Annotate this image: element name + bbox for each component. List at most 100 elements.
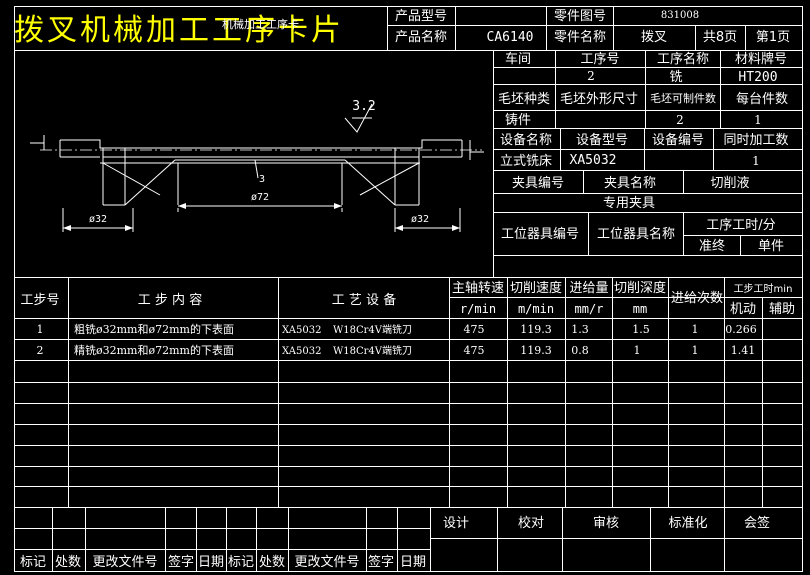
product-name-label: 产品名称 xyxy=(395,29,447,45)
simultaneous-value: 1 xyxy=(752,154,760,168)
table-row: 2 精铣ø32mm和ø72mm的下表面 XA5032 W18Cr4V端铣刀 47… xyxy=(37,343,756,357)
process-name-value: 铣 xyxy=(669,70,682,85)
col-cutting-speed: 切削速度 xyxy=(510,280,562,296)
station-tool-name-label: 工位器具名称 xyxy=(597,226,675,242)
workshop-label: 车间 xyxy=(505,51,531,67)
step-speed: 475 xyxy=(464,344,485,357)
unit-depth: mm xyxy=(633,302,647,316)
step-passes: 1 xyxy=(692,323,699,336)
card-title-small: 机械加工工序卡 xyxy=(222,17,299,31)
blank-type-label: 毛坯种类 xyxy=(498,92,550,107)
step-cut-speed: 119.3 xyxy=(520,344,552,357)
blank-type-value: 铸件 xyxy=(505,112,531,128)
coolant-label: 切削液 xyxy=(710,176,749,191)
step-feed: 1.3 xyxy=(571,323,589,336)
col-passes: 进给次数 xyxy=(671,290,723,306)
signoff-design: 设计 xyxy=(443,516,469,531)
equipment-model-label: 设备型号 xyxy=(576,132,628,148)
revision-count-2: 处数 xyxy=(259,555,285,570)
equipment-name-value: 立式铣床 xyxy=(500,154,552,169)
dim-right: ø32 xyxy=(411,214,429,225)
unit-cut: m/min xyxy=(518,302,554,316)
process-name-label: 工序名称 xyxy=(657,51,709,67)
unit-speed: r/min xyxy=(460,302,496,316)
step-tool: W18Cr4V端铣刀 xyxy=(333,323,412,336)
blank-parts-value: 2 xyxy=(676,113,684,127)
total-pages: 共8页 xyxy=(703,30,737,45)
step-content: 精铣ø32mm和ø72mm的下表面 xyxy=(74,343,234,357)
process-no-label: 工序号 xyxy=(580,52,619,67)
col-step-content: 工 步 内 容 xyxy=(138,292,202,308)
product-model-label: 产品型号 xyxy=(395,9,447,24)
col-feed: 进给量 xyxy=(569,281,608,296)
process-card-sheet: 拨叉机械加工工序卡片 机械加工工序卡 产品型号 产品名称 CA6140 零件图号… xyxy=(14,6,803,572)
fixture-name-label: 夹具名称 xyxy=(604,175,656,191)
blank-size-label: 毛坯外形尺寸 xyxy=(560,92,638,107)
step-machine: XA5032 xyxy=(282,346,321,357)
unit-feed: mm/r xyxy=(575,302,604,316)
step-content: 粗铣ø32mm和ø72mm的下表面 xyxy=(74,322,234,336)
step-depth: 1.5 xyxy=(632,323,650,336)
col-step-time: 工步工时min xyxy=(734,283,793,295)
step-machine-time: 1.41 xyxy=(731,344,756,357)
step-cut-speed: 119.3 xyxy=(520,323,552,336)
step-tool: W18Cr4V端铣刀 xyxy=(333,344,412,357)
part-name-label: 零件名称 xyxy=(554,29,606,45)
simultaneous-label: 同时加工数 xyxy=(723,133,788,148)
revision-sign-2: 签字 xyxy=(368,554,394,570)
product-name-value: CA6140 xyxy=(487,30,534,45)
col-equipment: 工 艺 设 备 xyxy=(332,292,396,308)
dim-left: ø32 xyxy=(89,214,107,225)
material-value: HT200 xyxy=(738,70,777,85)
col-machine-time: 机动 xyxy=(730,302,756,317)
equipment-no-label: 设备编号 xyxy=(652,132,704,148)
step-passes: 1 xyxy=(692,344,699,357)
step-no: 1 xyxy=(37,323,44,336)
table-grid xyxy=(14,6,803,572)
col-depth: 切削深度 xyxy=(614,280,666,296)
page-number: 第1页 xyxy=(756,30,790,45)
signoff-review: 审核 xyxy=(593,516,619,531)
revision-sign: 签字 xyxy=(168,554,194,570)
process-no-value: 2 xyxy=(587,69,595,83)
table-row: 1 粗铣ø32mm和ø72mm的下表面 XA5032 W18Cr4V端铣刀 47… xyxy=(37,322,757,336)
dimension-arrows xyxy=(63,203,460,231)
signoff-standardize: 标准化 xyxy=(668,516,707,531)
part-drawing-no-label: 零件图号 xyxy=(554,9,606,24)
col-aux-time: 辅助 xyxy=(769,302,795,317)
step-speed: 475 xyxy=(464,323,485,336)
prep-end-label: 准终 xyxy=(699,238,725,254)
blank-parts-label: 毛坯可制件数 xyxy=(650,92,716,105)
roughness-value: 3.2 xyxy=(352,99,375,114)
revision-count: 处数 xyxy=(55,555,81,570)
revision-date-2: 日期 xyxy=(400,555,426,570)
revision-doc-no: 更改文件号 xyxy=(92,555,157,570)
step-no: 2 xyxy=(37,344,44,357)
fixture-no-label: 夹具编号 xyxy=(512,176,564,191)
process-time-label: 工序工时/分 xyxy=(706,218,775,233)
revision-date: 日期 xyxy=(198,555,224,570)
parts-per-machine-value: 1 xyxy=(754,113,762,127)
material-label: 材料牌号 xyxy=(735,51,787,67)
step-machine: XA5032 xyxy=(282,325,321,336)
step-feed: 0.8 xyxy=(571,344,589,357)
equipment-model-value: XA5032 xyxy=(570,153,617,168)
revision-mark: 标记 xyxy=(20,555,46,570)
dim-three: 3 xyxy=(259,174,265,185)
col-spindle-speed: 主轴转速 xyxy=(452,281,504,296)
revision-doc-no-2: 更改文件号 xyxy=(294,555,359,570)
step-machine-time: 0.266 xyxy=(725,323,757,336)
part-drawing-no-value: 831008 xyxy=(661,10,699,21)
unit-time-label: 单件 xyxy=(758,239,784,254)
part-drawing xyxy=(30,103,484,232)
col-step-no: 工步号 xyxy=(20,293,59,308)
parts-per-machine-label: 每台件数 xyxy=(736,91,788,107)
signoff-countersign: 会签 xyxy=(744,515,770,531)
part-name-value: 拨叉 xyxy=(641,30,667,45)
station-tool-no-label: 工位器具编号 xyxy=(501,227,579,242)
fixture-name-value: 专用夹具 xyxy=(603,196,655,211)
signoff-proofread: 校对 xyxy=(518,515,544,531)
step-depth: 1 xyxy=(634,344,641,357)
equipment-name-label: 设备名称 xyxy=(500,132,552,148)
revision-mark-2: 标记 xyxy=(228,555,254,570)
